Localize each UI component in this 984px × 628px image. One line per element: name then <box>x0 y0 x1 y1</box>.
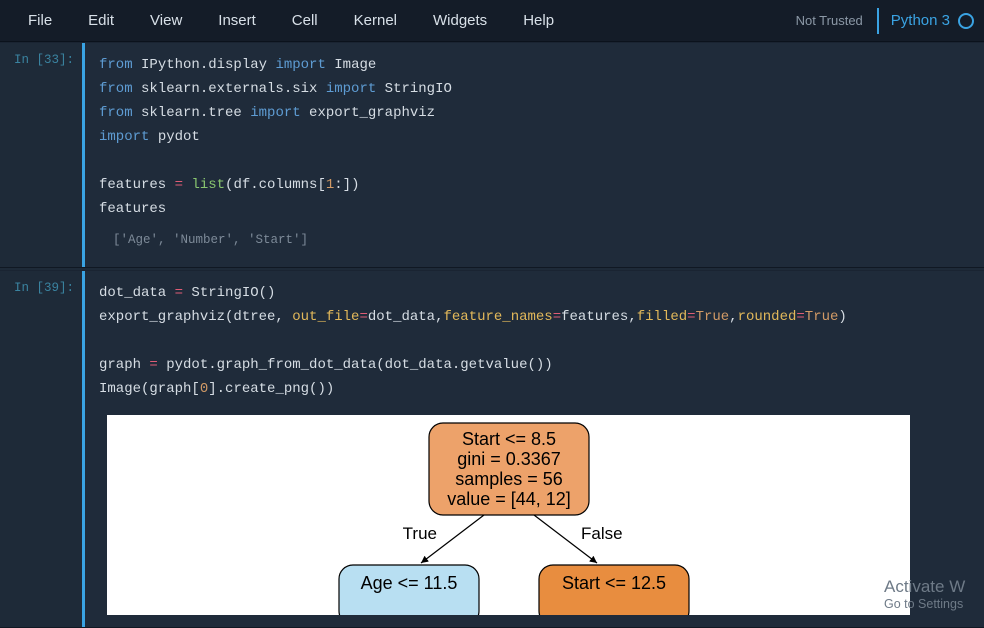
menu-cell[interactable]: Cell <box>274 6 336 35</box>
menu-file[interactable]: File <box>10 6 70 35</box>
code-input-area[interactable]: dot_data = StringIO() export_graphviz(dt… <box>82 271 984 627</box>
tree-root-node: Start <= 8.5 gini = 0.3367 samples = 56 … <box>429 423 589 515</box>
output-image: Start <= 8.5 gini = 0.3367 samples = 56 … <box>107 415 910 615</box>
notebook-container: www.computersciencejunction.in In [33]: … <box>0 42 984 628</box>
code-editor[interactable]: dot_data = StringIO() export_graphviz(dt… <box>99 281 970 401</box>
svg-text:samples = 56: samples = 56 <box>455 469 563 489</box>
menu-view[interactable]: View <box>132 6 200 35</box>
code-editor[interactable]: from IPython.display import Image from s… <box>99 53 970 221</box>
code-input-area[interactable]: from IPython.display import Image from s… <box>82 43 984 267</box>
tree-left-node: Age <= 11.5 <box>339 565 479 615</box>
menu-kernel[interactable]: Kernel <box>336 6 415 35</box>
input-prompt: In [33]: <box>0 43 82 267</box>
output-area: ['Age', 'Number', 'Start'] <box>99 227 970 255</box>
edge-label-false: False <box>581 524 623 543</box>
edge-label-true: True <box>402 524 436 543</box>
menu-edit[interactable]: Edit <box>70 6 132 35</box>
kernel-name: Python 3 <box>891 12 950 29</box>
code-cell[interactable]: In [33]: from IPython.display import Ima… <box>0 42 984 268</box>
menu-widgets[interactable]: Widgets <box>415 6 505 35</box>
svg-text:value = [44, 12]: value = [44, 12] <box>447 489 571 509</box>
menu-help[interactable]: Help <box>505 6 572 35</box>
svg-text:Start <= 8.5: Start <= 8.5 <box>461 429 555 449</box>
decision-tree-svg: Start <= 8.5 gini = 0.3367 samples = 56 … <box>189 415 829 615</box>
trust-indicator[interactable]: Not Trusted <box>796 8 879 34</box>
svg-text:gini = 0.3367: gini = 0.3367 <box>457 449 561 469</box>
menu-insert[interactable]: Insert <box>200 6 274 35</box>
output-text: ['Age', 'Number', 'Start'] <box>99 227 308 255</box>
code-cell[interactable]: In [39]: dot_data = StringIO() export_gr… <box>0 270 984 628</box>
svg-text:Age <= 11.5: Age <= 11.5 <box>360 573 457 593</box>
kernel-indicator[interactable]: Python 3 <box>879 12 974 29</box>
menubar: File Edit View Insert Cell Kernel Widget… <box>0 0 984 42</box>
tree-right-node: Start <= 12.5 <box>539 565 689 615</box>
kernel-status-icon <box>958 13 974 29</box>
input-prompt: In [39]: <box>0 271 82 627</box>
svg-text:Start <= 12.5: Start <= 12.5 <box>561 573 665 593</box>
